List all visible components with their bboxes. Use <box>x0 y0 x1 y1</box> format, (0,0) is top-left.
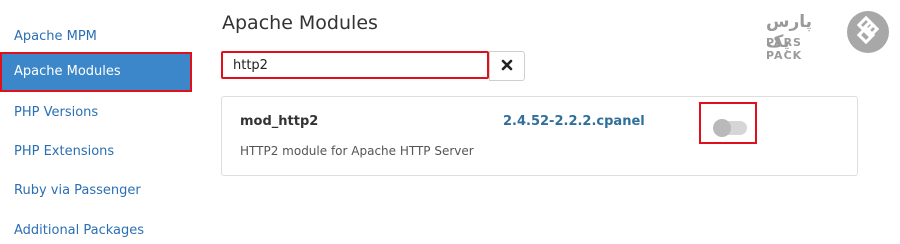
module-version: 2.4.52-2.2.2.cpanel <box>503 114 645 129</box>
sidebar-item-php-extensions[interactable]: PHP Extensions <box>0 141 192 163</box>
page: Apache MPM Apache Modules PHP Versions P… <box>0 0 900 244</box>
sidebar-item-ruby-via-passenger[interactable]: Ruby via Passenger <box>0 180 192 202</box>
module-name: mod_http2 <box>240 114 319 129</box>
module-toggle[interactable] <box>713 119 747 137</box>
logo-text-en: PARS PACK <box>766 36 803 62</box>
sidebar-item-label: PHP Versions <box>14 105 99 120</box>
sidebar: Apache MPM Apache Modules PHP Versions P… <box>0 0 196 244</box>
clear-search-button[interactable] <box>489 51 525 81</box>
sidebar-item-label: Apache MPM <box>14 29 97 44</box>
sidebar-item-label: Apache Modules <box>14 64 121 79</box>
logo-mark-icon <box>846 10 890 58</box>
toggle-highlight <box>699 102 757 144</box>
sidebar-item-apache-mpm[interactable]: Apache MPM <box>0 26 192 48</box>
module-description: HTTP2 module for Apache HTTP Server <box>240 144 474 158</box>
sidebar-item-label: Additional Packages <box>14 223 145 238</box>
sidebar-item-php-versions[interactable]: PHP Versions <box>0 102 192 124</box>
sidebar-item-label: Ruby via Passenger <box>14 183 141 198</box>
close-icon <box>501 59 513 74</box>
toggle-knob <box>713 119 731 137</box>
module-card: mod_http2 2.4.52-2.2.2.cpanel HTTP2 modu… <box>221 96 858 176</box>
search-input[interactable] <box>221 51 489 79</box>
sidebar-item-additional-packages[interactable]: Additional Packages <box>0 220 192 242</box>
sidebar-item-label: PHP Extensions <box>14 144 115 159</box>
logo: پارس پک PARS PACK <box>766 8 896 68</box>
sidebar-item-apache-modules[interactable]: Apache Modules <box>0 52 192 92</box>
page-title: Apache Modules <box>222 12 378 34</box>
